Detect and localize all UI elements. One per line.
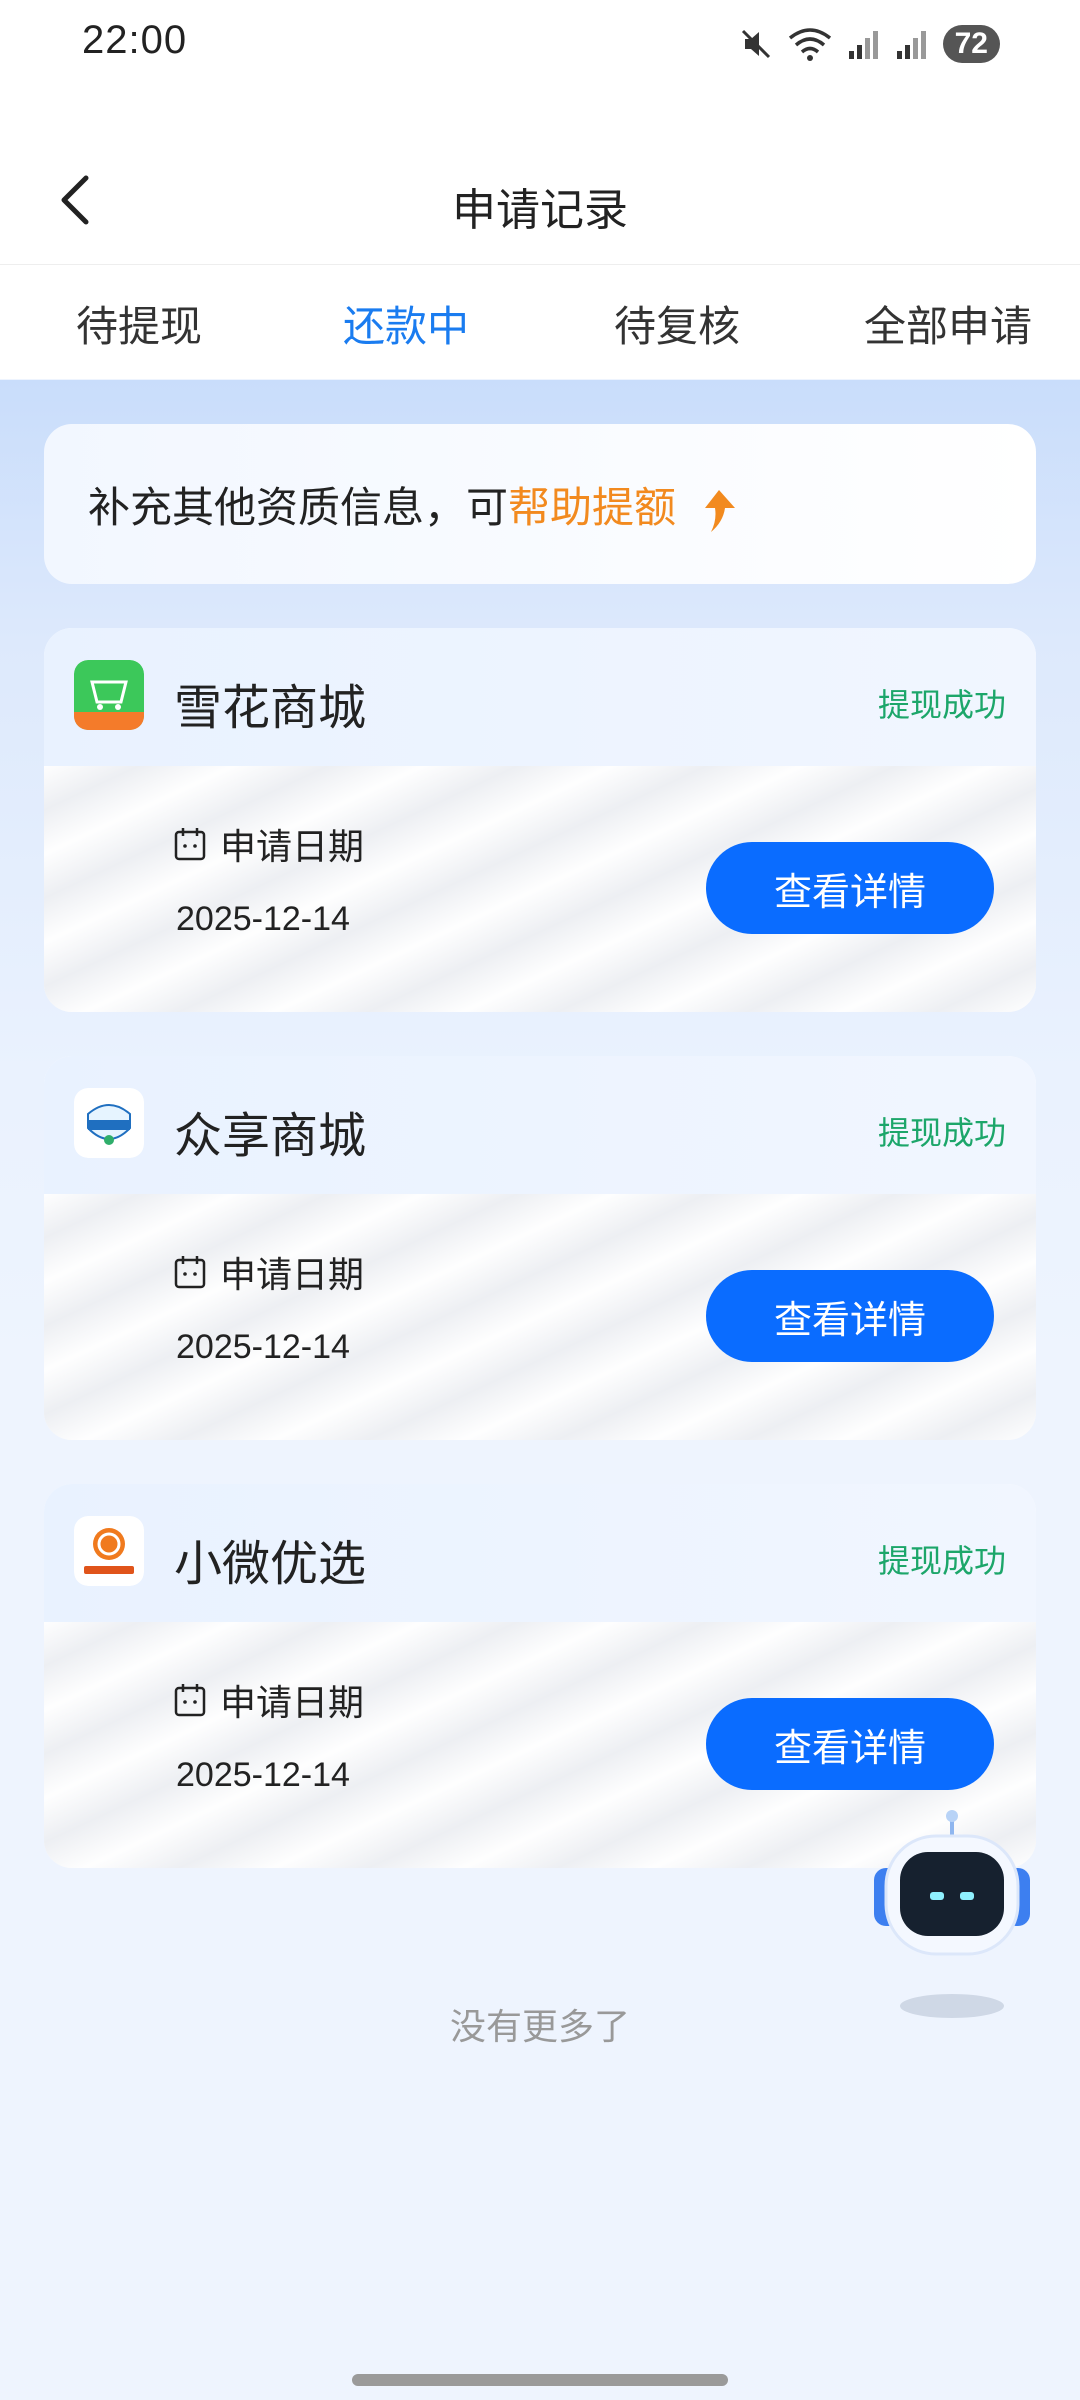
- tab-bar: 待提现 还款中 待复核 全部申请: [0, 265, 1080, 379]
- card-body: 申请日期 2025-12-14 查看详情: [44, 766, 1036, 1012]
- quota-boost-banner[interactable]: 补充其他资质信息，可帮助提额: [44, 424, 1036, 584]
- status-bar: 22:00 72: [0, 0, 1080, 96]
- status-badge: 提现成功: [877, 1542, 1006, 1580]
- card-header: 雪花商城 提现成功: [44, 628, 1036, 766]
- date-label: 申请日期: [174, 1674, 364, 1726]
- status-badge: 提现成功: [877, 1114, 1006, 1152]
- mute-icon: [741, 29, 770, 59]
- status-time: 22:00: [82, 18, 188, 62]
- shop-logo-icon: [74, 660, 144, 730]
- signal-icon: [896, 31, 926, 59]
- banner-text: 补充其他资质信息，可帮助提额: [88, 474, 739, 536]
- shop-logo-icon: [74, 1516, 144, 1586]
- page-title: 申请记录: [452, 185, 628, 236]
- date-label: 申请日期: [174, 1246, 364, 1298]
- apply-date: 2025-12-14: [176, 1756, 350, 1794]
- status-icons: 72: [739, 20, 1000, 68]
- status-badge: 提现成功: [877, 686, 1006, 724]
- card-header: 众享商城 提现成功: [44, 1056, 1036, 1194]
- banner-prefix: 补充其他资质信息，可: [88, 483, 509, 532]
- robot-assistant-icon[interactable]: [868, 1808, 1036, 2028]
- application-card: 众享商城 提现成功 申请日期 2025-12-14 查看详情: [44, 1056, 1036, 1440]
- view-details-button[interactable]: 查看详情: [706, 842, 994, 934]
- date-label-text: 申请日期: [220, 1255, 365, 1296]
- view-details-button[interactable]: 查看详情: [706, 1270, 994, 1362]
- calendar-icon: [174, 1684, 206, 1717]
- view-details-button[interactable]: 查看详情: [706, 1698, 994, 1790]
- banner-highlight: 帮助提额: [508, 483, 677, 532]
- tab-pending-withdraw[interactable]: 待提现: [76, 293, 202, 354]
- no-more-text: 没有更多了: [449, 2007, 630, 2048]
- calendar-icon: [174, 1256, 206, 1289]
- apply-date: 2025-12-14: [176, 1328, 350, 1366]
- signal-icon: [848, 31, 878, 59]
- shop-name: 众享商城: [174, 1108, 367, 1164]
- apply-date: 2025-12-14: [176, 900, 350, 938]
- tab-all-applications[interactable]: 全部申请: [864, 293, 1032, 354]
- home-indicator[interactable]: [352, 2374, 728, 2386]
- card-header: 小微优选 提现成功: [44, 1484, 1036, 1622]
- date-label: 申请日期: [174, 818, 364, 870]
- tab-pending-review[interactable]: 待复核: [614, 293, 740, 354]
- shop-logo-icon: [74, 1088, 144, 1158]
- calendar-icon: [174, 828, 206, 861]
- application-card: 雪花商城 提现成功 申请日期 2025-12-14 查看详情: [44, 628, 1036, 1012]
- date-label-text: 申请日期: [220, 827, 365, 868]
- battery-badge: 72: [942, 25, 1000, 63]
- tab-repaying[interactable]: 还款中: [343, 293, 469, 354]
- card-body: 申请日期 2025-12-14 查看详情: [44, 1194, 1036, 1440]
- wifi-icon: [788, 28, 831, 61]
- shop-name: 雪花商城: [174, 680, 367, 736]
- up-arrow-icon: [705, 489, 736, 532]
- shop-name: 小微优选: [174, 1536, 367, 1592]
- date-label-text: 申请日期: [220, 1683, 365, 1724]
- navigation-bar: 申请记录: [0, 96, 1080, 265]
